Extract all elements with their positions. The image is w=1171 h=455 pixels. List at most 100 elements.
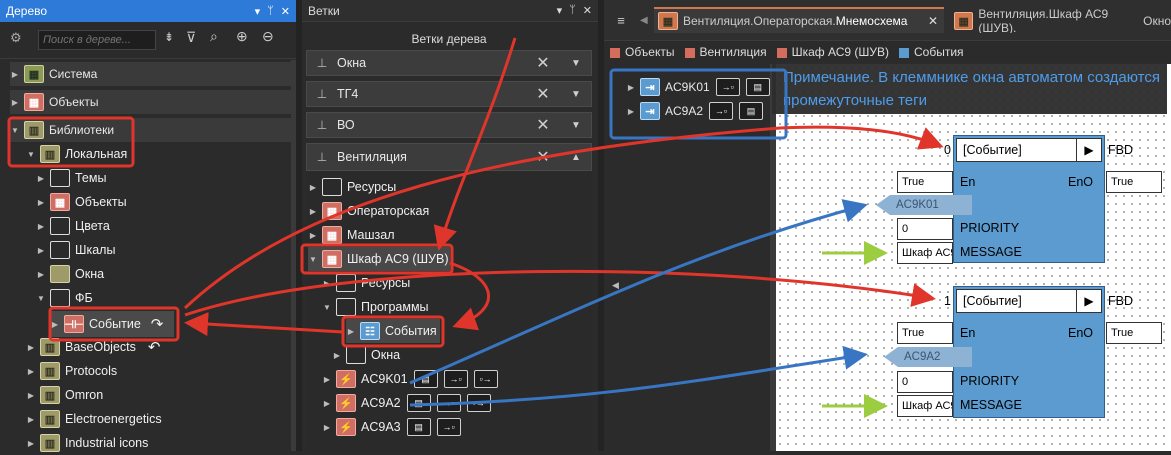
- close-tab-icon[interactable]: ✕: [928, 14, 938, 28]
- branch-item-events[interactable]: ▶ ☷ События: [346, 319, 440, 343]
- tree-item-industrial-icons[interactable]: ▶ ▥ Industrial icons: [26, 431, 148, 455]
- expand-arrow-icon[interactable]: ▶: [332, 351, 342, 360]
- message-input[interactable]: Шкаф АС9: [897, 242, 953, 264]
- expand-branch-icon[interactable]: ▼: [561, 89, 591, 100]
- expand-arrow-icon[interactable]: ▶: [36, 174, 46, 183]
- tree-item-omron[interactable]: ▶ ▥ Omron: [26, 383, 103, 407]
- terminal-collapse-icon[interactable]: ◀: [612, 280, 619, 291]
- expand-arrow-icon[interactable]: ▶: [322, 399, 332, 408]
- collapse-arrow-icon[interactable]: ▼: [322, 303, 332, 312]
- expand-branch-icon[interactable]: ▼: [561, 58, 591, 69]
- expand-arrow-icon[interactable]: ▶: [36, 222, 46, 231]
- tree-search-field[interactable]: [39, 31, 155, 49]
- branch-item-ac9a3[interactable]: ▶ ⚡ AC9A3 ▤ →▫: [322, 415, 461, 439]
- tree-item-electroenergetics[interactable]: ▶ ▥ Electroenergetics: [26, 407, 162, 431]
- doc-icon[interactable]: ▤: [739, 102, 764, 120]
- expand-arrow-icon[interactable]: ▶: [36, 198, 46, 207]
- expand-branch-icon[interactable]: ▼: [561, 120, 591, 131]
- output-tag-icon[interactable]: ▫→: [473, 370, 498, 388]
- panel-splitter[interactable]: [296, 0, 302, 451]
- input-tag-icon[interactable]: →▫: [436, 394, 461, 412]
- goto-arrow-icon[interactable]: ↷: [151, 315, 164, 333]
- branch-item-cabinet-ac9[interactable]: ▼ ▦ Шкаф АС9 (ШУВ): [308, 247, 450, 271]
- branch-item-operators[interactable]: ▶ ▦ Операторская: [308, 199, 429, 223]
- funnel-icon[interactable]: ⊽: [186, 29, 196, 46]
- branch-vo[interactable]: ⊥ ВО ✕ ▼: [306, 112, 592, 138]
- breadcrumb-item[interactable]: Объекты: [610, 45, 675, 59]
- terminal-row[interactable]: ▶ ⇥ AC9A2 →▫ ▤: [626, 100, 764, 122]
- tree-item-scales[interactable]: ▶ Шкалы: [36, 238, 115, 262]
- expand-arrow-icon[interactable]: ▶: [626, 107, 636, 116]
- branch-item-ac9k01[interactable]: ▶ ⚡ AC9K01 ▤ →▫ ▫→: [322, 367, 498, 391]
- collapse-arrow-icon[interactable]: ▼: [308, 255, 318, 264]
- expand-arrow-icon[interactable]: ▶: [26, 343, 36, 352]
- tree-filter-icon[interactable]: ⚙: [10, 30, 32, 50]
- en-input[interactable]: True: [897, 171, 953, 193]
- branch-item-ac9a2[interactable]: ▶ ⚡ AC9A2 ▤ →▫ ▫→: [322, 391, 491, 415]
- collapse-arrow-icon[interactable]: ▼: [36, 294, 46, 303]
- branch-item-machine-room[interactable]: ▶ ▦ Машзал: [308, 223, 395, 247]
- tree-search-input[interactable]: [38, 30, 156, 50]
- expand-arrow-icon[interactable]: ▶: [26, 415, 36, 424]
- tree-item-colors[interactable]: ▶ Цвета: [36, 214, 110, 238]
- zoom-out-icon[interactable]: ⊖: [262, 28, 274, 45]
- expand-arrow-icon[interactable]: ▶: [308, 231, 318, 240]
- pin-icon[interactable]: ⊥: [307, 118, 337, 132]
- expand-arrow-icon[interactable]: ▶: [346, 327, 356, 336]
- collapse-icon[interactable]: ⇟: [164, 30, 174, 44]
- tree-item-objects[interactable]: ▶ ▦ Объекты: [36, 190, 127, 214]
- priority-input[interactable]: 0: [897, 371, 953, 393]
- expand-arrow-icon[interactable]: ▶: [36, 246, 46, 255]
- tab-scroll-left-icon[interactable]: ◀: [640, 10, 648, 32]
- doc-icon[interactable]: ▤: [406, 394, 431, 412]
- pin-icon[interactable]: ᛘ: [267, 5, 274, 18]
- terminal-row[interactable]: ▶ ⇥ AC9K01 →▫ ▤: [626, 76, 770, 98]
- message-input[interactable]: Шкаф АС9: [897, 395, 953, 417]
- expand-arrow-icon[interactable]: ▶: [308, 183, 318, 192]
- branch-windows[interactable]: ⊥ Окна ✕ ▼: [306, 50, 592, 76]
- expand-arrow-icon[interactable]: ▶: [626, 83, 636, 92]
- breadcrumb-item[interactable]: Вентиляция: [684, 45, 767, 59]
- doc-icon[interactable]: ▤: [413, 370, 438, 388]
- close-icon[interactable]: ✕: [583, 4, 592, 17]
- branch-item-programs[interactable]: ▼ Программы: [322, 295, 429, 319]
- tab-list-icon[interactable]: ≡: [610, 10, 632, 32]
- eno-output[interactable]: True: [1106, 322, 1162, 344]
- input-tag-icon[interactable]: →▫: [709, 102, 734, 120]
- expand-arrow-icon[interactable]: ▶: [26, 439, 36, 448]
- input-tag-icon[interactable]: →▫: [715, 78, 740, 96]
- branch-ventilation[interactable]: ⊥ Вентиляция ✕ ▲: [306, 143, 592, 171]
- panel-splitter[interactable]: [598, 0, 604, 451]
- expand-arrow-icon[interactable]: ▶: [308, 207, 318, 216]
- tab-window[interactable]: ▦ Вентиляция.Шкаф АС9 (ШУВ). Окно: [950, 9, 1171, 33]
- tree-section-system[interactable]: ▶ ▦ Система: [10, 62, 292, 87]
- dropdown-icon[interactable]: ▾: [255, 5, 261, 18]
- breadcrumb-item[interactable]: События: [899, 45, 964, 59]
- doc-icon[interactable]: ▤: [406, 418, 431, 436]
- remove-branch-icon[interactable]: ✕: [525, 53, 561, 73]
- play-icon[interactable]: ▶: [1076, 138, 1102, 162]
- pin-icon[interactable]: ᛘ: [569, 4, 576, 17]
- zoom-in-icon[interactable]: ⊕: [236, 28, 248, 45]
- search-icon[interactable]: ⌕: [210, 28, 218, 45]
- input-tag-icon[interactable]: →▫: [436, 418, 461, 436]
- pin-icon[interactable]: ⊥: [307, 56, 337, 70]
- branch-item-resources-sub[interactable]: ▶ Ресурсы: [322, 271, 410, 295]
- tree-item-event[interactable]: ▶ ⊣⊢ Событие ↷: [50, 311, 174, 337]
- expand-arrow-icon[interactable]: ▶: [26, 367, 36, 376]
- expand-arrow-icon[interactable]: ▶: [322, 279, 332, 288]
- dropdown-icon[interactable]: ▾: [557, 4, 563, 17]
- branch-item-windows[interactable]: ▶ Окна: [332, 343, 400, 367]
- expand-arrow-icon[interactable]: ▶: [322, 375, 332, 384]
- tree-item-themes[interactable]: ▶ Темы: [36, 166, 106, 190]
- breadcrumb-item[interactable]: Шкаф АС9 (ШУВ): [776, 45, 889, 59]
- remove-branch-icon[interactable]: ✕: [525, 84, 561, 104]
- play-icon[interactable]: ▶: [1076, 289, 1102, 313]
- tree-item-local[interactable]: ▼ ▥ Локальная: [26, 142, 127, 166]
- doc-icon[interactable]: ▤: [745, 78, 770, 96]
- tree-item-protocols[interactable]: ▶ ▥ Protocols: [26, 359, 117, 383]
- close-icon[interactable]: ✕: [281, 5, 290, 18]
- branch-tg4[interactable]: ⊥ ТГ4 ✕ ▼: [306, 81, 592, 107]
- tree-item-windows[interactable]: ▶ Окна: [36, 262, 104, 286]
- remove-branch-icon[interactable]: ✕: [525, 115, 561, 135]
